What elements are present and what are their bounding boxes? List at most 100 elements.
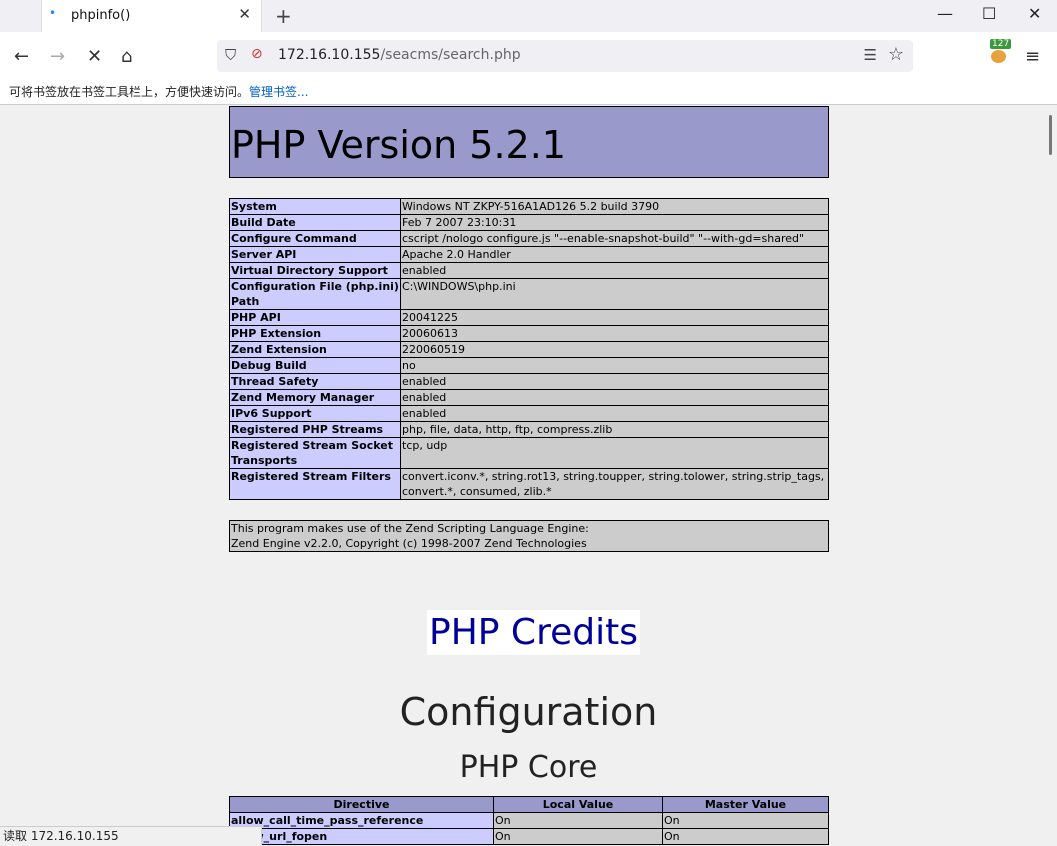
new-tab-button[interactable]: + [275,4,292,28]
info-row: Server API Apache 2.0 Handler [229,246,829,263]
info-row: Configuration File (php.ini) Path C:\WIND… [229,278,829,310]
core-local: On [493,812,663,829]
tab-title: phpinfo() [71,8,131,23]
navigation-bar: ← → ✕ ⌂ ⛉ ⊘ 172.16.10.155/seacms/search.… [0,32,1057,80]
back-button[interactable]: ← [14,46,29,67]
info-value: 20060613 [400,325,829,342]
zend-engine-box: This program makes use of the Zend Scrip… [229,520,829,552]
php-core-section: Directive Local Value Master Value allow… [229,796,829,845]
info-row: Registered PHP Streams php, file, data, h… [229,421,829,438]
info-row: Thread Safety enabled [229,373,829,390]
core-row: allow_call_time_pass_reference On On [229,812,829,829]
info-key: Zend Extension [229,341,401,358]
info-row: Registered Stream Socket Transports tcp, … [229,437,829,469]
extension-icon[interactable]: 127 [988,39,1012,64]
info-row: Build Date Feb 7 2007 23:10:31 [229,214,829,231]
info-key: Registered PHP Streams [229,421,401,438]
hamburger-menu-icon[interactable]: ≡ [1025,46,1040,67]
info-row: System Windows NT ZKPY-516A1AD126 5.2 bui… [229,198,829,215]
info-row: Debug Build no [229,357,829,374]
info-row: IPv6 Support enabled [229,405,829,422]
page-title: PHP Version 5.2.1 [231,123,566,167]
info-value: convert.iconv.*, string.rot13, string.to… [400,468,829,500]
core-directive: allow_call_time_pass_reference [229,812,494,829]
extension-badge: 127 [990,39,1012,49]
info-value: tcp, udp [400,437,829,469]
zend-line-1: This program makes use of the Zend Scrip… [231,522,589,535]
info-key: Virtual Directory Support [229,262,401,279]
column-header: Directive [229,796,494,813]
url-text[interactable]: 172.16.10.155/seacms/search.php [278,47,521,63]
info-value: Windows NT ZKPY-516A1AD126 5.2 build 379… [400,198,829,215]
minimize-button[interactable]: — [937,4,953,23]
core-master: On [662,828,829,845]
reader-view-icon[interactable]: ☰ [864,46,877,64]
info-key: IPv6 Support [229,405,401,422]
info-value: enabled [400,389,829,406]
info-key: Zend Memory Manager [229,389,401,406]
close-window-button[interactable]: ✕ [1028,4,1041,23]
info-row: PHP Extension 20060613 [229,325,829,342]
info-value: enabled [400,373,829,390]
info-value: enabled [400,405,829,422]
shield-icon[interactable]: ⛉ [225,46,236,64]
forward-button[interactable]: → [50,46,65,67]
home-button[interactable]: ⌂ [121,46,132,67]
manage-bookmarks-link[interactable]: 管理书签... [249,85,308,99]
info-key: PHP Extension [229,325,401,342]
bookmark-star-icon[interactable]: ☆ [888,44,904,65]
info-key: Server API [229,246,401,263]
info-value: 20041225 [400,309,829,326]
insecure-lock-icon[interactable]: ⊘ [251,46,263,62]
info-value: C:\WINDOWS\php.ini [400,278,829,310]
info-key: Debug Build [229,357,401,374]
stop-button[interactable]: ✕ [87,46,102,67]
core-directive: allow_url_fopen [229,828,494,845]
info-value: Apache 2.0 Handler [400,246,829,263]
info-row: Configure Command cscript /nologo configu… [229,230,829,247]
system-info-table: System Windows NT ZKPY-516A1AD126 5.2 bui… [229,198,829,500]
column-header: Local Value [493,796,663,813]
info-key: Configuration File (php.ini) Path [229,278,401,310]
extension-face-icon [991,50,1006,63]
system-info-section: System Windows NT ZKPY-516A1AD126 5.2 bui… [229,198,829,500]
info-key: Configure Command [229,230,401,247]
tab-strip: • phpinfo() ✕ + — ☐ ✕ [0,0,1057,32]
scrollbar-thumb[interactable] [1049,115,1052,155]
info-row: Registered Stream Filters convert.iconv.*… [229,468,829,500]
info-key: System [229,198,401,215]
php-core-heading: PHP Core [459,750,598,785]
info-row: Zend Memory Manager enabled [229,389,829,406]
loading-dot-icon: • [49,6,57,20]
php-credits-link[interactable]: PHP Credits [427,610,640,655]
info-key: Registered Stream Filters [229,468,401,500]
info-row: PHP API 20041225 [229,309,829,326]
info-value: enabled [400,262,829,279]
page-content: PHP Version 5.2.1 System Windows NT ZKPY-… [0,105,1057,845]
info-value: cscript /nologo configure.js "--enable-s… [400,230,829,247]
bookmarks-toolbar: 可将书签放在书签工具栏上，方便快速访问。管理书签... [0,80,1057,105]
php-core-table: Directive Local Value Master Value allow… [229,796,829,845]
zend-line-2: Zend Engine v2.2.0, Copyright (c) 1998-2… [231,537,587,550]
core-row: allow_url_fopen On On [229,828,829,845]
column-header: Master Value [662,796,829,813]
info-key: Thread Safety [229,373,401,390]
info-row: Zend Extension 220060519 [229,341,829,358]
url-bar[interactable]: ⛉ ⊘ 172.16.10.155/seacms/search.php ☰ ☆ [217,40,913,72]
configuration-heading: Configuration [399,690,658,734]
info-value: 220060519 [400,341,829,358]
info-value: php, file, data, http, ftp, compress.zli… [400,421,829,438]
scrollbar[interactable] [1045,105,1057,845]
core-local: On [493,828,663,845]
tab-close-icon[interactable]: ✕ [238,5,251,23]
core-master: On [662,812,829,829]
info-value: no [400,357,829,374]
info-key: Registered Stream Socket Transports [229,437,401,469]
info-value: Feb 7 2007 23:10:31 [400,214,829,231]
info-row: Virtual Directory Support enabled [229,262,829,279]
status-bar: 读取 172.16.10.155 [0,826,262,845]
info-key: Build Date [229,214,401,231]
info-key: PHP API [229,309,401,326]
tab-phpinfo[interactable]: • phpinfo() ✕ [41,0,262,32]
maximize-button[interactable]: ☐ [982,4,996,23]
